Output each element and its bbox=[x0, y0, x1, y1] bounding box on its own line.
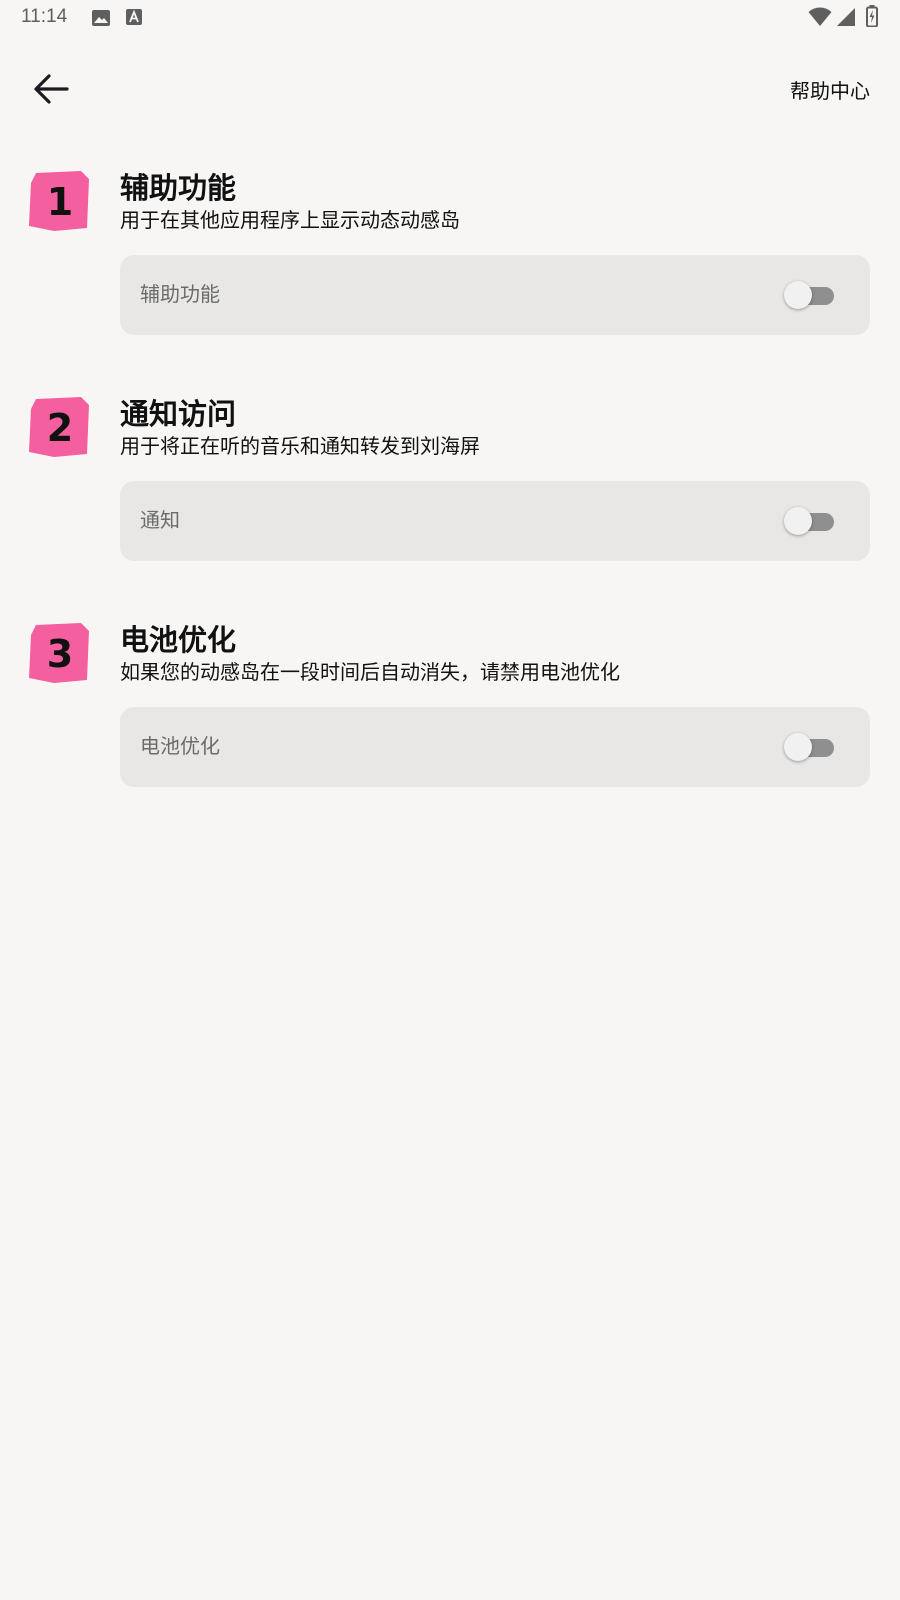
status-time: 11:14 bbox=[21, 6, 68, 27]
step-number: 2 bbox=[46, 406, 74, 450]
help-center-link[interactable]: 帮助中心 bbox=[790, 75, 870, 104]
card-label: 辅助功能 bbox=[140, 282, 220, 306]
wifi-icon bbox=[808, 7, 832, 31]
battery-optimization-switch[interactable] bbox=[784, 732, 836, 762]
arrow-left-icon bbox=[33, 73, 69, 109]
status-bar: 11:14 bbox=[0, 0, 900, 36]
step-number: 3 bbox=[46, 632, 74, 676]
accessibility-toggle-card[interactable]: 辅助功能 bbox=[120, 255, 870, 335]
image-icon bbox=[91, 8, 111, 32]
step-badge: 2 bbox=[29, 397, 91, 459]
section-title: 电池优化 bbox=[120, 623, 237, 657]
card-label: 通知 bbox=[140, 508, 180, 532]
section-description: 如果您的动感岛在一段时间后自动消失，请禁用电池优化 bbox=[120, 660, 620, 684]
back-button[interactable] bbox=[26, 66, 76, 116]
step-badge: 3 bbox=[29, 623, 91, 685]
notification-toggle-card[interactable]: 通知 bbox=[120, 481, 870, 561]
step-number: 1 bbox=[46, 180, 74, 224]
notification-switch[interactable] bbox=[784, 506, 836, 536]
top-app-bar: 帮助中心 bbox=[0, 56, 900, 120]
battery-charging-icon bbox=[866, 5, 878, 31]
section-title: 通知访问 bbox=[120, 397, 237, 431]
step-badge: 1 bbox=[29, 171, 91, 233]
section-description: 用于将正在听的音乐和通知转发到刘海屏 bbox=[120, 434, 480, 458]
cell-signal-icon bbox=[836, 7, 856, 31]
battery-optimization-toggle-card[interactable]: 电池优化 bbox=[120, 707, 870, 787]
card-label: 电池优化 bbox=[140, 734, 220, 758]
section-title: 辅助功能 bbox=[120, 171, 237, 205]
accessibility-switch[interactable] bbox=[784, 280, 836, 310]
font-a-icon bbox=[125, 8, 143, 30]
section-description: 用于在其他应用程序上显示动态动感岛 bbox=[120, 208, 460, 232]
